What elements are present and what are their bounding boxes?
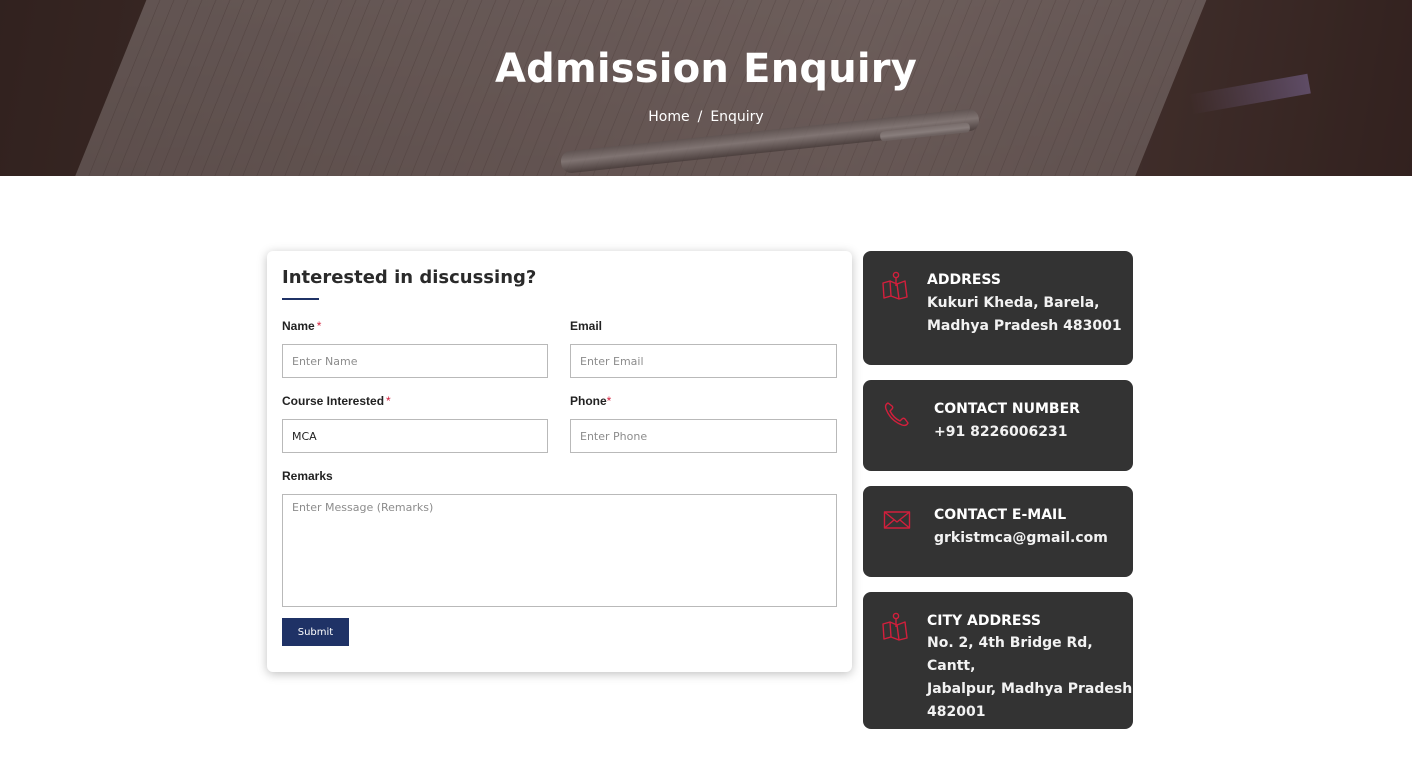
name-label-text: Name: [282, 319, 315, 333]
page-hero: Admission Enquiry Home / Enquiry: [0, 0, 1412, 176]
city-address-text: No. 2, 4th Bridge Rd, Cantt, Jabalpur, M…: [927, 632, 1133, 724]
email-input[interactable]: [570, 344, 837, 378]
address-line: Kukuri Kheda, Barela,: [927, 295, 1100, 311]
name-label: Name *: [282, 319, 321, 333]
city-address-line: Jabalpur, Madhya Pradesh: [927, 681, 1133, 697]
phone-label-text: Phone: [570, 394, 607, 408]
map-icon: [882, 271, 908, 300]
email-address[interactable]: grkistmca@gmail.com: [934, 527, 1108, 550]
course-input[interactable]: [282, 419, 548, 453]
course-label-text: Course Interested: [282, 394, 385, 408]
address-text: Kukuri Kheda, Barela, Madhya Pradesh 483…: [927, 292, 1122, 338]
enquiry-form-card: Interested in discussing? Name* Email Co…: [267, 251, 852, 672]
name-input[interactable]: [282, 344, 548, 378]
phone-card: CONTACT NUMBER +91 8226006231: [863, 380, 1133, 471]
breadcrumb: Home / Enquiry: [0, 109, 1412, 125]
remarks-textarea[interactable]: [282, 494, 837, 607]
address-line: Madhya Pradesh 483001: [927, 318, 1122, 334]
required-mark: *: [386, 394, 391, 408]
phone-number[interactable]: +91 8226006231: [934, 421, 1068, 444]
heading-underline: [282, 298, 319, 300]
city-address-line: 482001: [927, 704, 986, 720]
phone-icon: [884, 402, 909, 427]
map-icon: [882, 612, 908, 641]
email-card: CONTACT E-MAIL grkistmca@gmail.com: [863, 486, 1133, 577]
breadcrumb-separator: /: [697, 109, 703, 125]
city-address-card: CITY ADDRESS No. 2, 4th Bridge Rd, Cantt…: [863, 592, 1133, 729]
phone-title: CONTACT NUMBER: [934, 401, 1080, 417]
breadcrumb-home-link[interactable]: Home: [648, 109, 689, 125]
address-title: ADDRESS: [927, 272, 1001, 288]
address-card: ADDRESS Kukuri Kheda, Barela, Madhya Pra…: [863, 251, 1133, 365]
city-address-line: No. 2, 4th Bridge Rd, Cantt,: [927, 635, 1093, 674]
phone-input[interactable]: [570, 419, 837, 453]
page-title: Admission Enquiry: [494, 46, 917, 92]
course-label: Course Interested *: [282, 394, 391, 408]
submit-button[interactable]: Submit: [282, 618, 349, 646]
city-address-title: CITY ADDRESS: [927, 613, 1042, 629]
phone-label: Phone*: [570, 394, 611, 408]
email-label: Email: [570, 319, 603, 333]
remarks-label: Remarks: [282, 469, 333, 483]
required-mark: *: [606, 394, 612, 408]
email-title: CONTACT E-MAIL: [934, 507, 1067, 523]
form-heading: Interested in discussing?: [282, 267, 537, 288]
breadcrumb-current: Enquiry: [710, 109, 764, 125]
envelope-icon: [883, 511, 911, 529]
required-mark: *: [316, 319, 322, 333]
